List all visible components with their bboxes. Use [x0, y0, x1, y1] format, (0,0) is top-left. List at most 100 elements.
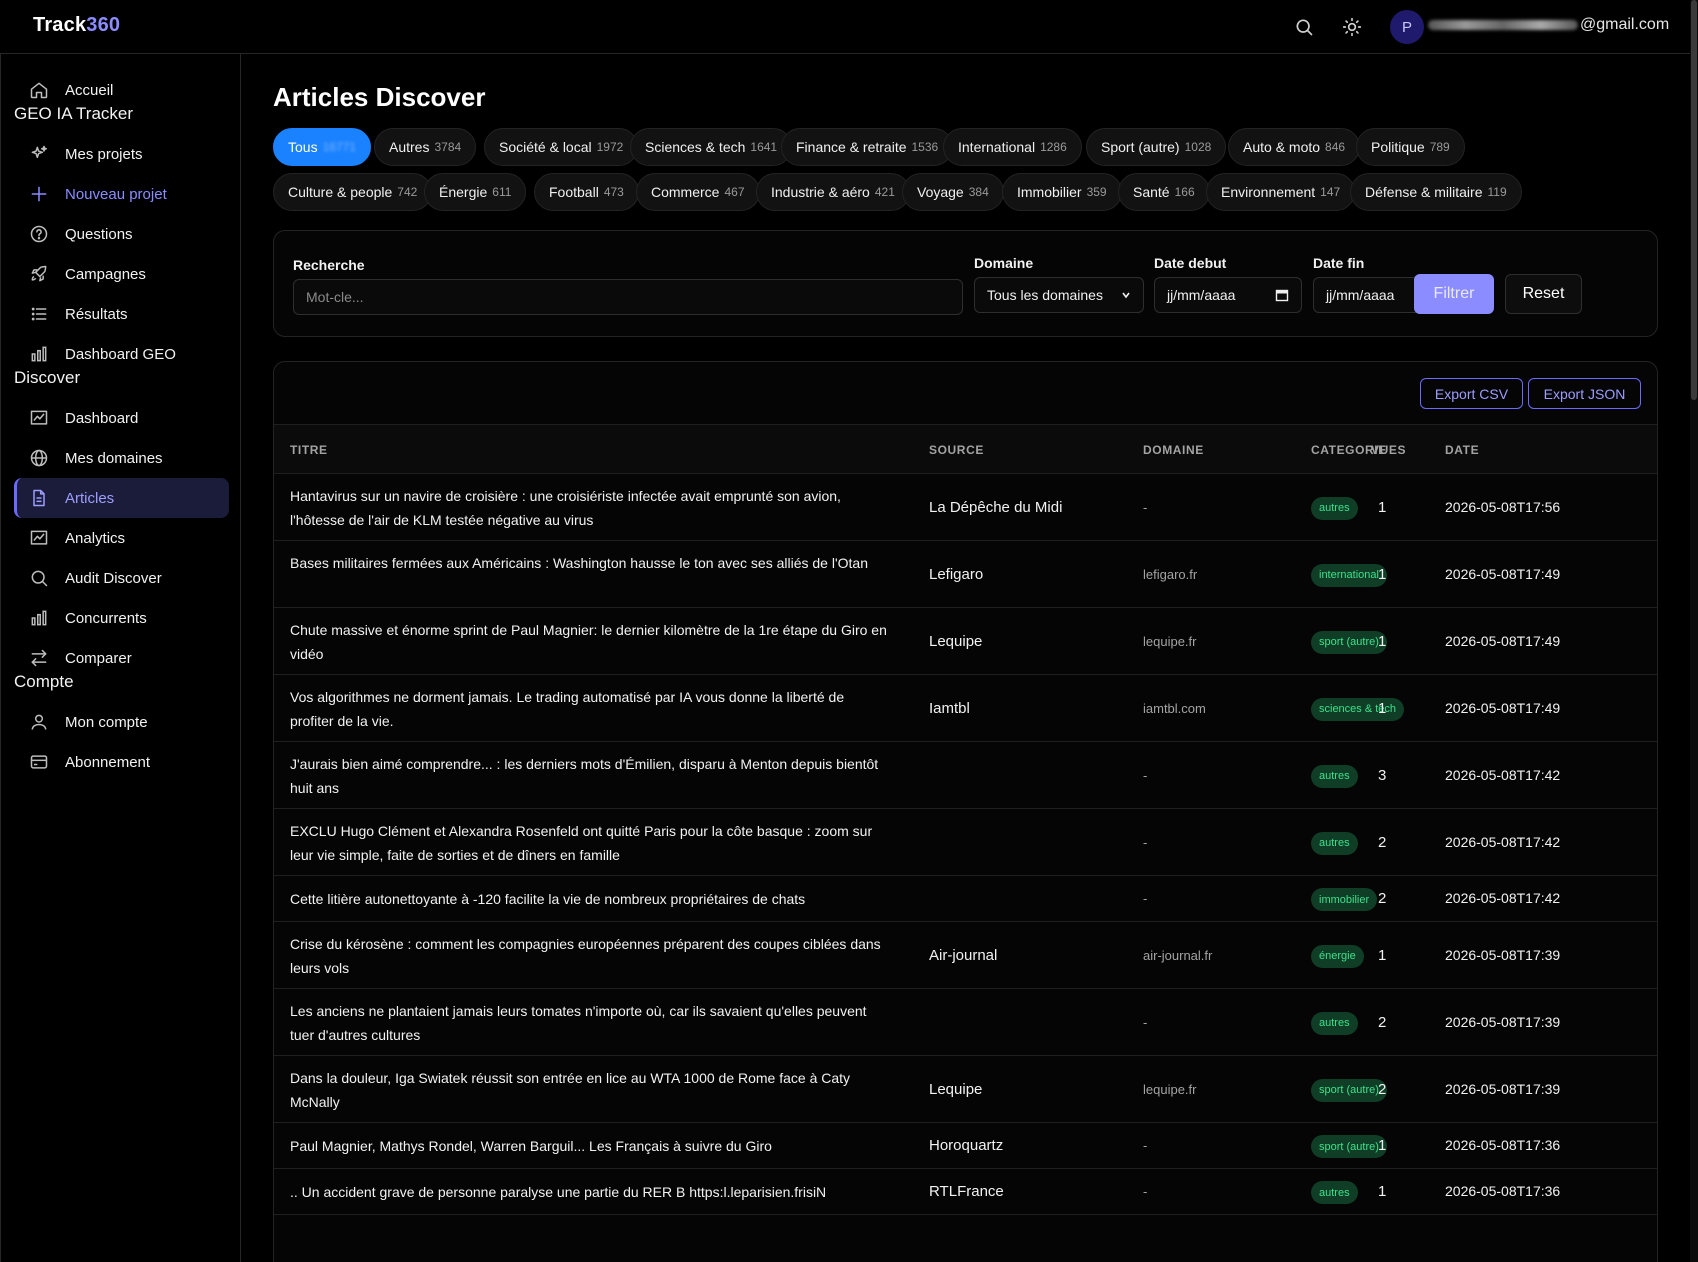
- sidebar-item-campagnes[interactable]: Campagnes: [14, 254, 229, 294]
- article-title[interactable]: Bases militaires fermées aux Américains …: [290, 551, 890, 575]
- table-row[interactable]: Les anciens ne plantaient jamais leurs t…: [274, 989, 1657, 1056]
- chip-auto-moto[interactable]: Auto & moto 846: [1228, 128, 1361, 166]
- chip-politique[interactable]: Politique 789: [1356, 128, 1465, 166]
- category-badge: sport (autre): [1311, 1078, 1387, 1102]
- sidebar-item-label: Accueil: [65, 81, 114, 99]
- main-content: Articles Discover Tous 16771 Autres 3784 S…: [242, 54, 1690, 1262]
- chip-immobilier[interactable]: Immobilier 359: [1002, 173, 1122, 211]
- chip-football[interactable]: Football 473: [534, 173, 639, 211]
- table-row[interactable]: Cette litière autonettoyante à -120 faci…: [274, 876, 1657, 922]
- article-title[interactable]: J'aurais bien aimé comprendre... : les d…: [290, 752, 890, 800]
- sidebar-item-articles[interactable]: Articles: [14, 478, 229, 518]
- chip-count: 742: [397, 185, 418, 199]
- sidebar-item-dashboard[interactable]: Dashboard: [14, 398, 229, 438]
- column-header-views[interactable]: VUES: [1371, 443, 1406, 457]
- article-title[interactable]: Les anciens ne plantaient jamais leurs t…: [290, 999, 890, 1047]
- chip-environnement[interactable]: Environnement 147: [1206, 173, 1356, 211]
- date-end-label: Date fin: [1313, 255, 1365, 271]
- avatar[interactable]: P: [1390, 10, 1424, 44]
- chip-finance-retraite[interactable]: Finance & retraite 1536: [781, 128, 954, 166]
- column-header-title[interactable]: TITRE: [290, 443, 328, 457]
- table-row[interactable]: Paul Magnier, Mathys Rondel, Warren Barg…: [274, 1123, 1657, 1169]
- table-row[interactable]: .. Un accident grave de personne paralys…: [274, 1169, 1657, 1215]
- chip-autres[interactable]: Autres 3784: [374, 128, 477, 166]
- chip-commerce[interactable]: Commerce 467: [636, 173, 760, 211]
- chip-culture-people[interactable]: Culture & people 742: [273, 173, 433, 211]
- filter-button[interactable]: Filtrer: [1414, 274, 1494, 314]
- article-title[interactable]: Vos algorithmes ne dorment jamais. Le tr…: [290, 685, 890, 733]
- export-csv-button[interactable]: Export CSV: [1420, 378, 1523, 409]
- chip-label: Finance & retraite: [796, 139, 907, 155]
- column-header-source[interactable]: SOURCE: [929, 443, 984, 457]
- sidebar-item-analytics[interactable]: Analytics: [14, 518, 229, 558]
- chip-societe-local[interactable]: Société & local 1972: [484, 128, 639, 166]
- chip-sciences-tech[interactable]: Sciences & tech 1641: [630, 128, 793, 166]
- chip-energie[interactable]: Énergie 611: [424, 173, 527, 211]
- chip-count: 473: [603, 185, 624, 199]
- home-icon: [30, 82, 48, 99]
- app-logo[interactable]: Track360: [33, 14, 120, 37]
- chip-label: Voyage: [917, 184, 964, 200]
- category-badge: sport (autre): [1311, 1135, 1387, 1158]
- sidebar-item-label: Articles: [65, 489, 115, 507]
- date-start-input[interactable]: jj/mm/aaaa: [1154, 277, 1302, 313]
- export-json-button[interactable]: Export JSON: [1528, 378, 1641, 409]
- sidebar-item-resultats[interactable]: Résultats: [14, 294, 229, 334]
- sidebar-item-label: Dashboard: [65, 409, 139, 427]
- sidebar-item-label: Questions: [65, 225, 133, 243]
- category-badge: international: [1311, 563, 1387, 587]
- article-date: 2026-05-08T17:49: [1445, 565, 1561, 582]
- table-header: TITRE SOURCE DOMAINE CATEGORIE VUES DATE: [274, 424, 1657, 474]
- column-header-domain[interactable]: DOMAINE: [1143, 443, 1204, 457]
- calendar-icon[interactable]: [1275, 288, 1289, 302]
- chip-international[interactable]: International 1286: [943, 128, 1082, 166]
- sidebar-item-label: Résultats: [65, 305, 128, 323]
- sidebar-item-mes-projets[interactable]: Mes projets: [14, 134, 229, 174]
- chip-count: 119: [1487, 185, 1507, 199]
- table-row[interactable]: Hantavirus sur un navire de croisière : …: [274, 474, 1657, 541]
- sidebar-item-concurrents[interactable]: Concurrents: [14, 598, 229, 638]
- table-row[interactable]: Dans la douleur, Iga Swiatek réussit son…: [274, 1056, 1657, 1123]
- table-row[interactable]: Vos algorithmes ne dorment jamais. Le tr…: [274, 675, 1657, 742]
- article-title[interactable]: Chute massive et énorme sprint de Paul M…: [290, 618, 890, 666]
- search-input[interactable]: Mot-cle...: [293, 279, 963, 315]
- search-icon[interactable]: [1294, 17, 1314, 37]
- sidebar-item-nouveau-projet[interactable]: Nouveau projet: [14, 174, 229, 214]
- domain-select[interactable]: Tous les domaines: [974, 277, 1144, 313]
- scrollbar-thumb[interactable]: [1691, 0, 1697, 400]
- sidebar-item-questions[interactable]: Questions: [14, 214, 229, 254]
- column-header-date[interactable]: DATE: [1445, 443, 1479, 457]
- sidebar-item-label: Mes domaines: [65, 449, 163, 467]
- table-row[interactable]: Crise du kérosène : comment les compagni…: [274, 922, 1657, 989]
- article-title[interactable]: Dans la douleur, Iga Swiatek réussit son…: [290, 1066, 890, 1114]
- sidebar-item-abonnement[interactable]: Abonnement: [14, 742, 229, 782]
- table-row[interactable]: Chute massive et énorme sprint de Paul M…: [274, 608, 1657, 675]
- chip-sport-autre[interactable]: Sport (autre) 1028: [1086, 128, 1227, 166]
- sidebar-item-label: Nouveau projet: [65, 185, 167, 203]
- chip-voyage[interactable]: Voyage 384: [902, 173, 1004, 211]
- article-title[interactable]: .. Un accident grave de personne paralys…: [290, 1180, 890, 1204]
- table-row[interactable]: Bases militaires fermées aux Américains …: [274, 541, 1657, 608]
- chip-tous[interactable]: Tous 16771: [273, 128, 371, 166]
- sidebar-item-mes-domaines[interactable]: Mes domaines: [14, 438, 229, 478]
- user-email[interactable]: @gmail.com: [1428, 16, 1669, 34]
- table-row[interactable]: EXCLU Hugo Clément et Alexandra Rosenfel…: [274, 809, 1657, 876]
- article-title[interactable]: Hantavirus sur un navire de croisière : …: [290, 484, 890, 532]
- chip-industrie-aero[interactable]: Industrie & aéro 421: [756, 173, 910, 211]
- article-title[interactable]: Crise du kérosène : comment les compagni…: [290, 932, 890, 980]
- chip-sante[interactable]: Santé 166: [1118, 173, 1210, 211]
- chip-count: 16771: [322, 140, 356, 154]
- article-title[interactable]: Paul Magnier, Mathys Rondel, Warren Barg…: [290, 1134, 890, 1158]
- sidebar-item-audit-discover[interactable]: Audit Discover: [14, 558, 229, 598]
- article-title[interactable]: Cette litière autonettoyante à -120 faci…: [290, 887, 890, 911]
- article-views: 1: [1378, 498, 1387, 516]
- article-date: 2026-05-08T17:39: [1445, 1080, 1561, 1097]
- date-end-value: jj/mm/aaaa: [1326, 287, 1395, 303]
- chip-label: Immobilier: [1017, 184, 1082, 200]
- chip-defense-militaire[interactable]: Défense & militaire 119: [1350, 173, 1522, 211]
- theme-toggle-icon[interactable]: [1342, 17, 1362, 37]
- reset-button[interactable]: Reset: [1505, 274, 1582, 314]
- article-title[interactable]: EXCLU Hugo Clément et Alexandra Rosenfel…: [290, 819, 890, 867]
- table-row[interactable]: J'aurais bien aimé comprendre... : les d…: [274, 742, 1657, 809]
- sidebar-item-mon-compte[interactable]: Mon compte: [14, 702, 229, 742]
